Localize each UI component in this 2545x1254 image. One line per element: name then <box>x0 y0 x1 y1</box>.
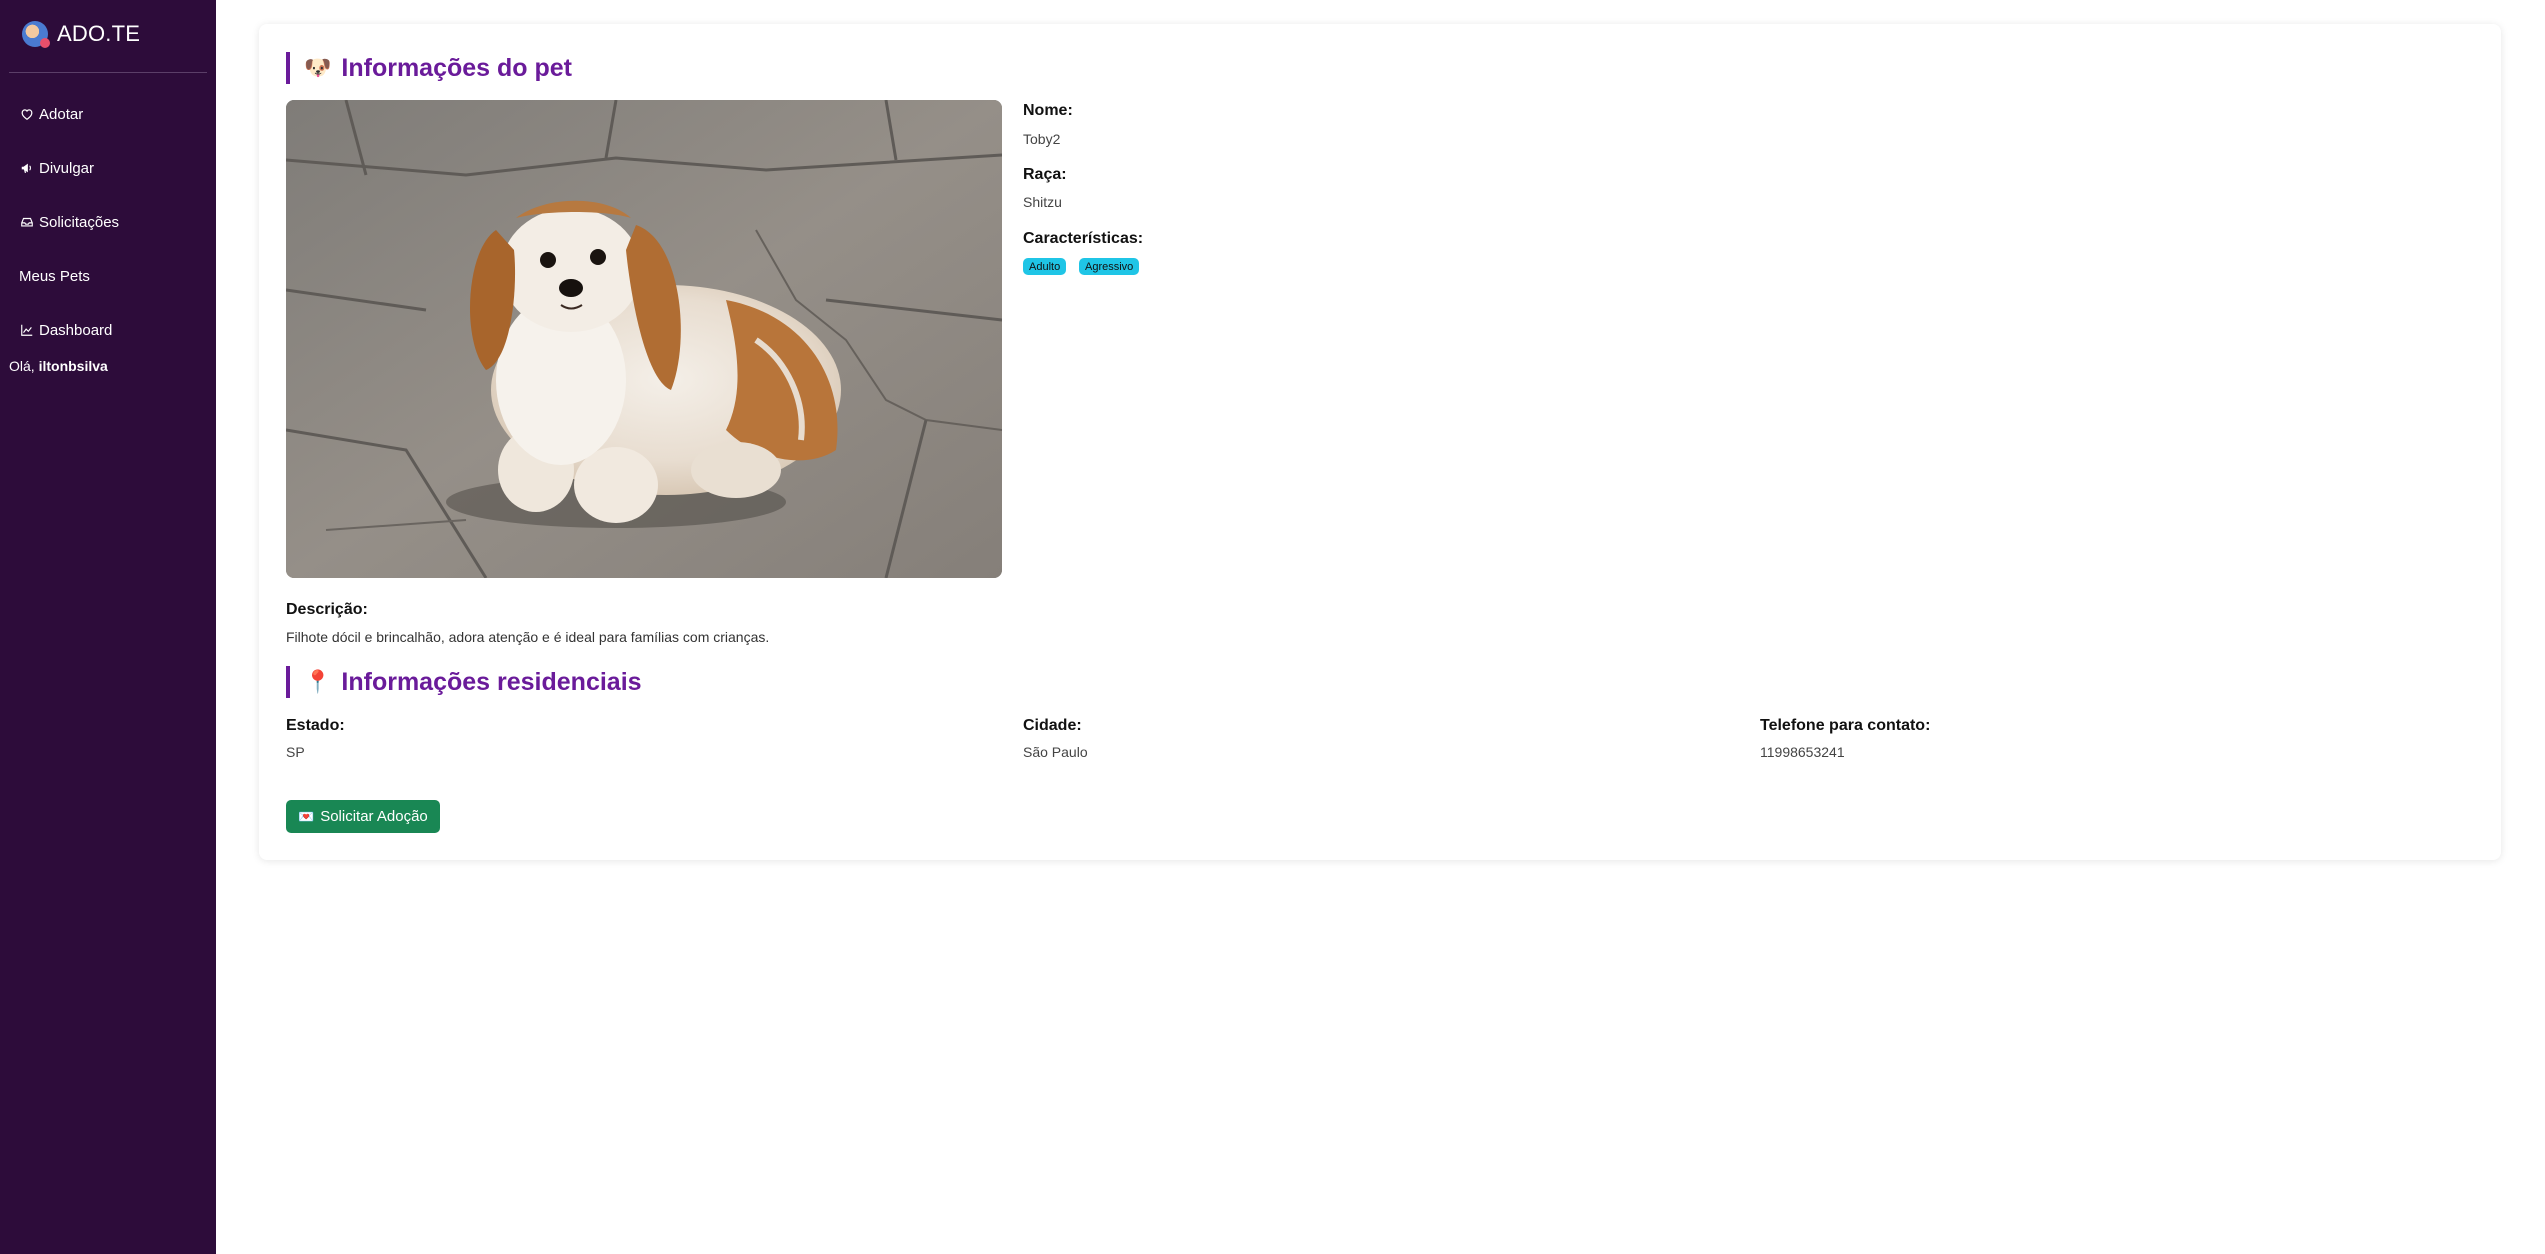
city-value: São Paulo <box>1023 744 1088 760</box>
dog-logo-icon <box>22 21 50 48</box>
city-label: Cidade: <box>1023 717 1082 734</box>
pet-info-title-text: Informações do pet <box>341 53 572 82</box>
description-value: Filhote dócil e brincalhão, adora atençã… <box>286 629 770 645</box>
love-letter-icon: 💌 <box>298 808 315 824</box>
inbox-icon <box>19 214 35 230</box>
sidebar-divider <box>9 72 207 73</box>
username: iltonbsilva <box>38 358 108 374</box>
chart-line-icon <box>19 322 35 338</box>
pet-breed-label: Raça: <box>1023 166 1067 183</box>
megaphone-icon <box>19 160 35 176</box>
sidebar-item-label: Adotar <box>39 105 84 123</box>
sidebar-item-solicitacoes[interactable]: Solicitações <box>19 209 119 235</box>
residence-info-title: 📍 Informações residenciais <box>286 666 642 698</box>
sidebar-item-divulgar[interactable]: Divulgar <box>19 155 94 181</box>
pet-name-value: Toby2 <box>1023 131 1061 147</box>
state-value: SP <box>286 744 305 760</box>
sidebar-item-label: Dashboard <box>39 321 113 339</box>
phone-label: Telefone para contato: <box>1760 717 1931 734</box>
pet-breed-value: Shitzu <box>1023 194 1062 210</box>
sidebar-item-label: Solicitações <box>39 213 120 231</box>
pet-name-label: Nome: <box>1023 102 1073 119</box>
sidebar: ADO.TE Adotar Divulgar Solicitações Meus… <box>0 0 216 1254</box>
user-greeting: Olá, iltonbsilva <box>9 358 108 374</box>
residence-info-title-text: Informações residenciais <box>341 667 642 696</box>
sidebar-item-adotar[interactable]: Adotar <box>19 101 83 127</box>
request-adoption-label: Solicitar Adoção <box>320 808 428 825</box>
brand[interactable]: ADO.TE <box>22 18 140 50</box>
trait-badge: Agressivo <box>1079 258 1140 275</box>
sidebar-item-label: Meus Pets <box>19 267 90 285</box>
sidebar-item-label: Divulgar <box>39 159 95 177</box>
heart-icon <box>19 106 35 122</box>
pin-icon: 📍 <box>304 669 332 694</box>
phone-value: 11998653241 <box>1760 744 1845 760</box>
pet-info-title: 🐶 Informações do pet <box>286 52 572 84</box>
request-adoption-button[interactable]: 💌 Solicitar Adoção <box>286 800 440 833</box>
state-label: Estado: <box>286 717 345 734</box>
pet-photo <box>286 100 1002 578</box>
description-label: Descrição: <box>286 601 368 618</box>
pet-traits-label: Características: <box>1023 230 1144 247</box>
sidebar-item-dashboard[interactable]: Dashboard <box>19 317 112 343</box>
brand-name: ADO.TE <box>57 21 141 46</box>
dog-face-icon: 🐶 <box>304 55 332 80</box>
trait-badge: Adulto <box>1023 258 1067 275</box>
sidebar-item-meus-pets[interactable]: Meus Pets <box>19 263 90 289</box>
greeting-prefix: Olá, <box>9 358 35 374</box>
